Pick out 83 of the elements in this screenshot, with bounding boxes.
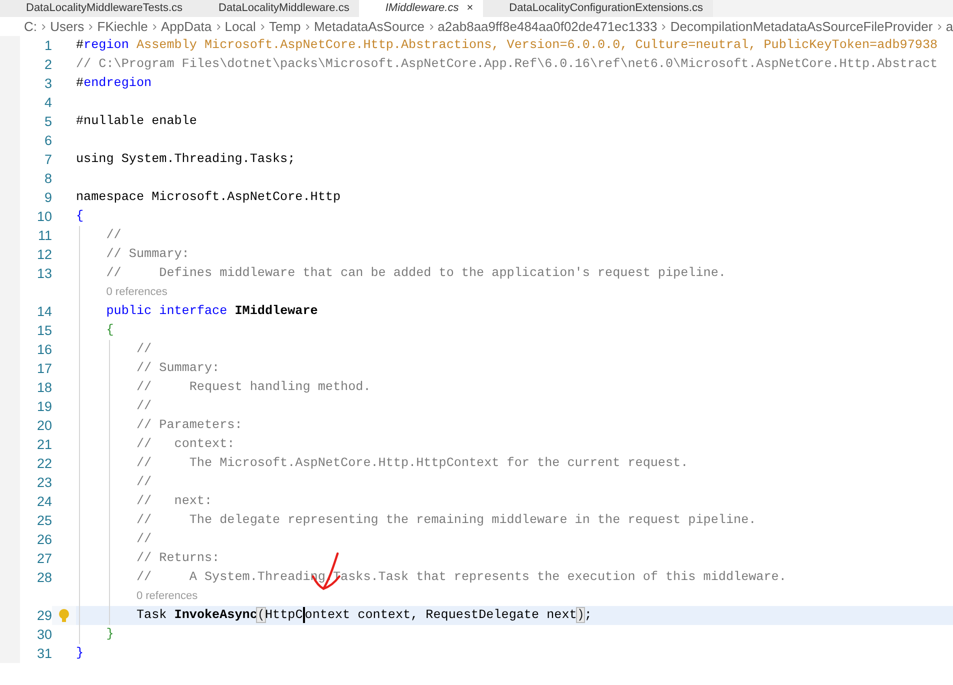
line-number: 9 <box>43 189 52 207</box>
line-number: 13 <box>36 265 52 283</box>
line-number: 7 <box>43 151 52 169</box>
line-number: 6 <box>43 132 52 150</box>
breadcrumb-item[interactable]: AppData <box>161 16 212 36</box>
line-number: 11 <box>36 227 52 245</box>
chevron-icon <box>260 22 265 32</box>
line-number: 24 <box>36 493 52 511</box>
close-icon[interactable]: × <box>466 2 474 14</box>
chevron-icon <box>88 22 94 32</box>
chevron-icon <box>216 22 221 32</box>
code-line: // context: <box>136 436 235 453</box>
line-number: 14 <box>36 303 52 321</box>
editor-tab[interactable]: DataLocalityConfigurationExtensions.cs <box>483 0 713 17</box>
line-number: 31 <box>36 645 52 663</box>
code-line: // next: <box>136 493 212 510</box>
line-number: 30 <box>36 626 52 644</box>
line-number: 17 <box>36 360 52 378</box>
line-number: 3 <box>43 75 52 93</box>
breadcrumb-item[interactable]: Local <box>224 16 256 36</box>
line-number: 26 <box>36 531 52 549</box>
line-number: 29 <box>36 607 52 625</box>
code-line: Task InvokeAsync(HttpC ontext context, RequestDelegate next); <box>136 606 592 625</box>
breadcrumb-item[interactable]: MetadataAsSource <box>314 16 425 36</box>
breadcrumb-item[interactable]: Temp <box>268 16 301 36</box>
breadcrumb-item[interactable]: C: <box>24 16 37 36</box>
line-number: 19 <box>36 398 52 416</box>
editor-tab[interactable]: DataLocalityMiddlewareTests.cs <box>0 0 193 17</box>
code-line: public interface IMiddleware <box>106 303 318 320</box>
code-line: // The delegate representing the remaining middleware in the request pipeline. <box>136 512 756 529</box>
breadcrumb-item[interactable]: a2ab8aa9ff8e484aa0f02de471ec1333 <box>438 16 658 36</box>
code-line: #nullable enable <box>76 113 197 130</box>
code-line: #endregion <box>76 75 152 92</box>
code-line: // <box>106 227 122 244</box>
line-number: 23 <box>36 474 52 492</box>
line-number: 5 <box>43 113 52 131</box>
line-number: 25 <box>36 512 52 530</box>
code-line: // <box>136 474 152 491</box>
breadcrumb-item[interactable]: DecompilationMetadataAsSourceFileProvider <box>670 16 933 36</box>
code-line: } <box>106 626 114 643</box>
code-line: // C:\Program Files\dotnet\packs\Microsoft.AspNetCore.App.Ref\6.0.16\ref\net6.0\Microsoft.AspNetCore.Http.Abstract <box>76 56 938 73</box>
code-line: // Defines middleware that can be added to the application's request pipeline. <box>106 265 726 282</box>
code-line: // Summary: <box>106 246 190 263</box>
line-number: 27 <box>36 550 52 568</box>
code-line: { <box>106 322 114 339</box>
breadcrumb-item[interactable]: a <box>946 16 953 36</box>
chevron-icon <box>428 22 434 32</box>
code-line: using System.Threading.Tasks; <box>76 151 296 168</box>
code-line: // <box>136 531 152 548</box>
chevron-icon <box>936 22 942 32</box>
line-number: 12 <box>36 246 52 264</box>
chevron-icon <box>41 22 46 32</box>
code-line: #region Assembly Microsoft.AspNetCore.Http.Abstractions, Version=6.0.0.0, Culture=neutral, PublicKeyToken=adb97938 <box>76 37 938 54</box>
lightbulb-icon[interactable] <box>58 608 70 624</box>
chevron-icon <box>661 22 666 32</box>
code-line: // Returns: <box>136 550 220 567</box>
code-line: // Request handling method. <box>136 379 371 396</box>
editor-tab[interactable]: DataLocalityMiddleware.cs <box>192 0 360 17</box>
line-number: 4 <box>43 94 52 112</box>
editor-tab[interactable]: IMiddleware.cs × <box>359 0 484 17</box>
line-number: 10 <box>36 208 52 226</box>
line-number: 2 <box>43 56 52 74</box>
code-line: { <box>76 208 84 225</box>
line-number: 1 <box>43 37 52 55</box>
line-number: 20 <box>36 417 52 435</box>
line-number: 8 <box>43 170 52 188</box>
code-line: // Parameters: <box>136 417 242 434</box>
line-number: 28 <box>36 569 52 587</box>
code-line: } <box>76 645 84 662</box>
line-number: 15 <box>36 322 52 340</box>
breadcrumb-item[interactable]: Users <box>50 16 84 36</box>
breadcrumb-item[interactable]: FKiechle <box>97 16 148 36</box>
code-line: // Summary: <box>136 360 220 377</box>
code-line: // <box>136 341 152 358</box>
code-line: namespace Microsoft.AspNetCore.Http <box>76 189 341 206</box>
line-number: 18 <box>36 379 52 397</box>
line-number: 21 <box>36 436 52 454</box>
code-line: // The Microsoft.AspNetCore.Http.HttpContext for the current request. <box>136 455 688 472</box>
line-number: 16 <box>36 341 52 359</box>
chevron-icon <box>304 22 310 32</box>
chevron-icon <box>152 22 157 32</box>
line-number: 22 <box>36 455 52 473</box>
code-line: // <box>136 398 152 415</box>
